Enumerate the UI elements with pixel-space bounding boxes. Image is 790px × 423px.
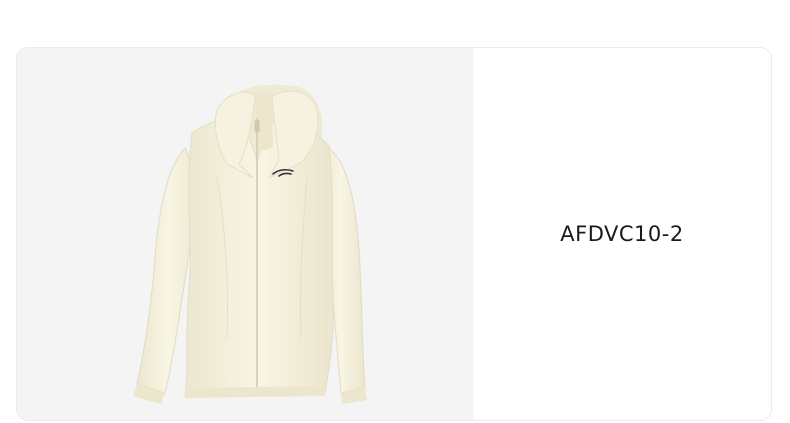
product-info: AFDVC10-2 [473,48,771,420]
product-code: AFDVC10-2 [560,222,684,246]
zipper-pull [254,120,260,132]
jacket-body [184,117,334,397]
product-image[interactable] [17,48,473,420]
product-card[interactable]: AFDVC10-2 [16,47,772,421]
hem [185,386,325,398]
jacket-illustration [133,84,367,404]
